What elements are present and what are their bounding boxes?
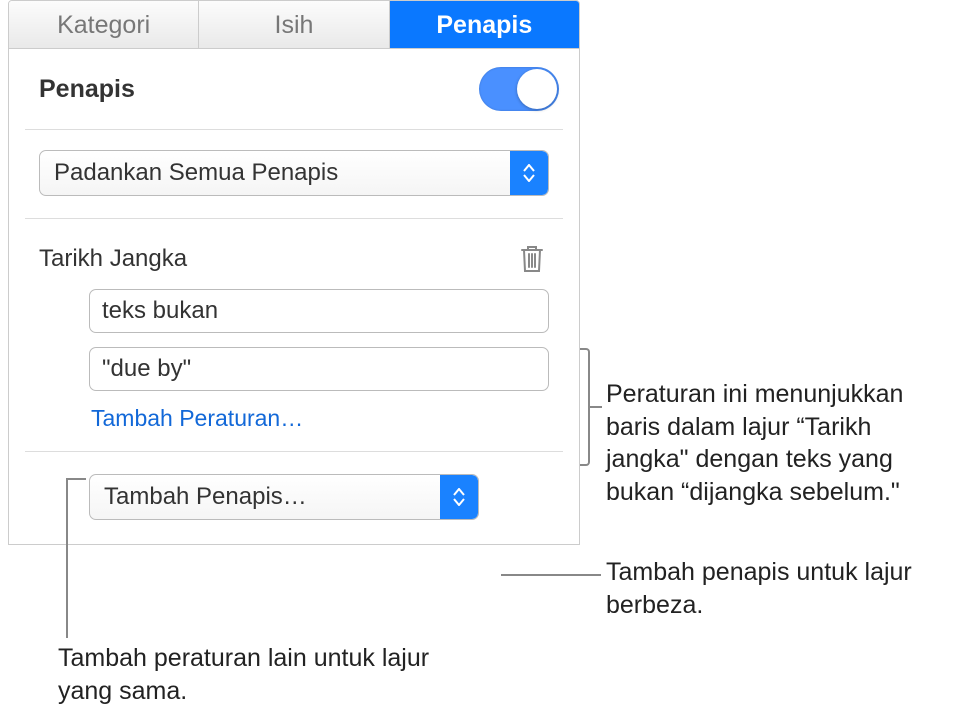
callout-bracket	[580, 348, 590, 466]
callout-line	[66, 478, 68, 638]
rule-condition-input[interactable]	[89, 289, 549, 333]
updown-icon	[510, 151, 548, 195]
callout-line	[66, 478, 86, 480]
add-filter-select[interactable]: Tambah Penapis…	[89, 474, 479, 520]
filter-header: Penapis	[9, 49, 579, 119]
updown-icon	[440, 475, 478, 519]
add-filter-label: Tambah Penapis…	[90, 483, 321, 511]
callout-line	[590, 406, 602, 408]
add-rule-link[interactable]: Tambah Peraturan…	[89, 405, 303, 432]
annotation-add-rule: Tambah peraturan lain untuk lajur yang s…	[58, 642, 438, 707]
match-select-value: Padankan Semua Penapis	[40, 159, 352, 187]
filter-toggle[interactable]	[479, 67, 559, 111]
add-filter-row: Tambah Penapis…	[25, 451, 563, 544]
match-all-select[interactable]: Padankan Semua Penapis	[39, 150, 549, 196]
trash-icon[interactable]	[519, 243, 549, 275]
tab-isih[interactable]: Isih	[199, 1, 389, 48]
tab-penapis[interactable]: Penapis	[390, 1, 579, 48]
annotation-rule-explain: Peraturan ini menunjukkan baris dalam la…	[606, 378, 946, 508]
rule-value-input[interactable]	[89, 347, 549, 391]
toggle-knob	[517, 69, 557, 109]
tab-bar: Kategori Isih Penapis	[9, 1, 579, 49]
rule-column-name: Tarikh Jangka	[39, 245, 187, 273]
rule-header: Tarikh Jangka	[25, 218, 563, 283]
tab-kategori[interactable]: Kategori	[9, 1, 199, 48]
callout-line	[501, 574, 601, 576]
annotation-add-filter: Tambah penapis untuk lajur berbeza.	[606, 556, 946, 621]
rule-body: Tambah Peraturan…	[9, 283, 579, 433]
match-section: Padankan Semua Penapis	[25, 129, 563, 196]
filter-panel: Kategori Isih Penapis Penapis Padankan S…	[8, 0, 580, 545]
filter-title: Penapis	[39, 75, 135, 104]
